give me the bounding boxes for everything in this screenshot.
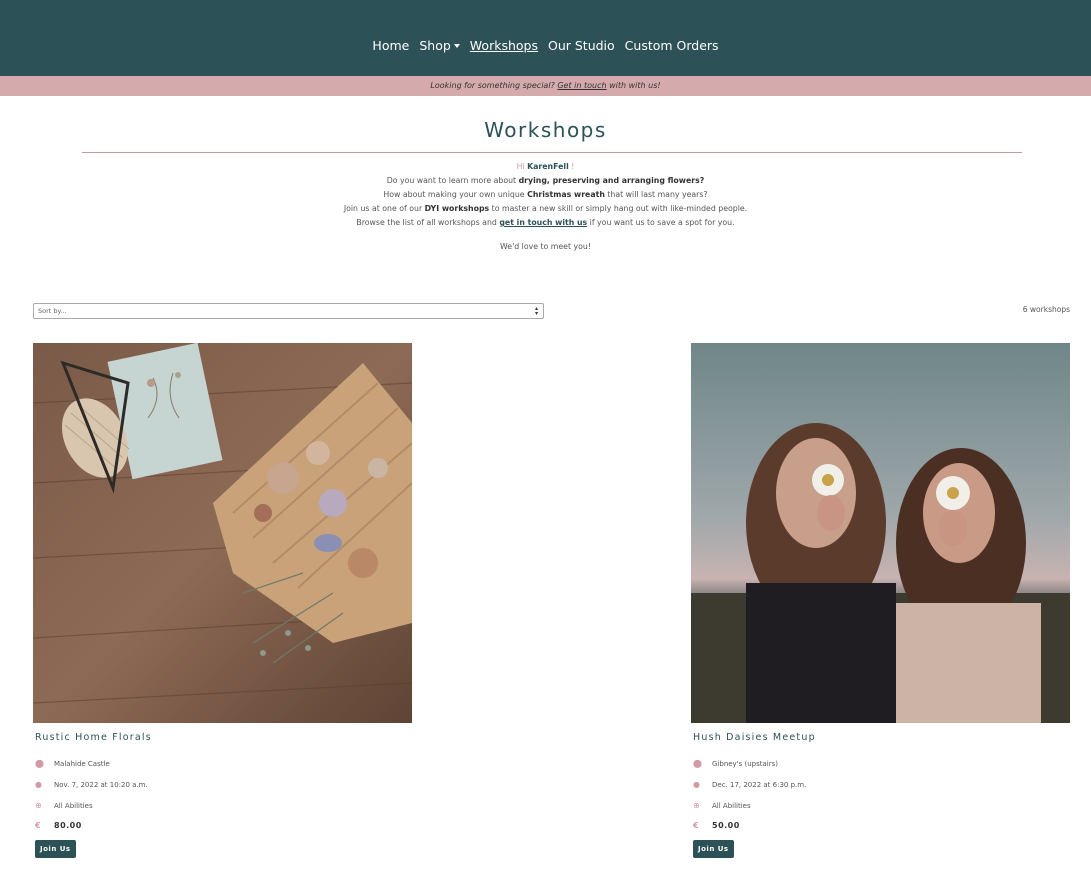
nav-workshops[interactable]: Workshops: [470, 38, 538, 53]
sort-select[interactable]: Sort by... ▴ ▾: [33, 303, 544, 319]
level-text: All Abilities: [54, 801, 93, 810]
euro-icon: €: [35, 821, 42, 830]
workshop-price: €50.00: [693, 821, 740, 830]
intro-closing: We'd love to meet you!: [500, 242, 591, 251]
greeting-hi: Hi: [516, 162, 525, 171]
workshop-title[interactable]: Rustic Home Florals: [35, 732, 152, 743]
intro-line-4: Join us at one of our DYI workshops to m…: [0, 202, 1091, 216]
intro-bold-segment: DYI workshops: [424, 204, 490, 213]
banner-text: Looking for something special?: [430, 81, 555, 90]
intro-bold-segment: drying, preserving and arranging flowers…: [518, 176, 705, 185]
greeting-line: Hi KarenFell !: [0, 160, 1091, 174]
greeting-username: KarenFell: [527, 162, 569, 171]
intro-text-segment: that will last many years?: [607, 190, 708, 199]
daisies-photo: [691, 343, 1070, 723]
workshop-count: 6 workshops: [1022, 305, 1070, 314]
join-us-button[interactable]: Join Us: [693, 840, 734, 858]
workshop-datetime: ● Nov. 7, 2022 at 10:20 a.m.: [35, 780, 148, 789]
intro-text: Hi KarenFell ! Do you want to learn more…: [0, 160, 1091, 254]
nav-our-studio[interactable]: Our Studio: [548, 38, 615, 53]
dried-flowers-photo: [33, 343, 412, 723]
intro-line-3: How about making your own unique Christm…: [0, 188, 1091, 202]
intro-line-2: Do you want to learn more about drying, …: [0, 174, 1091, 188]
workshop-level: ⊕ All Abilities: [693, 801, 751, 810]
join-us-button[interactable]: Join Us: [35, 840, 76, 858]
workshop-image[interactable]: [33, 343, 412, 723]
map-pin-icon: ⬤: [693, 759, 702, 768]
price-text: 50.00: [712, 821, 740, 830]
intro-text-segment: to master a new skill or simply hang out…: [491, 204, 748, 213]
workshop-location: ⬤ Malahide Castle: [35, 759, 110, 768]
level-text: All Abilities: [712, 801, 751, 810]
sort-select-value: Sort by...: [38, 307, 67, 315]
select-arrows-icon: ▴ ▾: [534, 305, 538, 317]
banner-text-end: with with us!: [609, 81, 661, 90]
intro-text-segment: Join us at one of our: [343, 204, 423, 213]
nav-home[interactable]: Home: [372, 38, 409, 53]
workshop-title[interactable]: Hush Daisies Meetup: [693, 732, 816, 743]
clock-icon: ●: [693, 780, 700, 789]
price-text: 80.00: [54, 821, 82, 830]
banner-contact-link[interactable]: Get in touch: [557, 81, 606, 90]
globe-icon: ⊕: [693, 801, 700, 810]
euro-icon: €: [693, 821, 700, 830]
map-pin-icon: ⬤: [35, 759, 44, 768]
top-navbar: Home Shop Workshops Our Studio Custom Or…: [0, 0, 1091, 76]
workshop-price: €80.00: [35, 821, 82, 830]
intro-contact-link[interactable]: get in touch with us: [499, 218, 587, 227]
greeting-exclaim: !: [571, 162, 575, 171]
nav-shop-label: Shop: [419, 38, 451, 53]
workshop-level: ⊕ All Abilities: [35, 801, 93, 810]
clock-icon: ●: [35, 780, 42, 789]
promo-banner: Looking for something special? Get in to…: [0, 76, 1091, 96]
intro-text-segment: Browse the list of all workshops and: [356, 218, 497, 227]
location-text: Malahide Castle: [54, 759, 110, 768]
intro-text-segment: Do you want to learn more about: [386, 176, 517, 185]
intro-text-segment: How about making your own unique: [383, 190, 525, 199]
globe-icon: ⊕: [35, 801, 42, 810]
nav-custom-orders[interactable]: Custom Orders: [625, 38, 719, 53]
datetime-text: Dec. 17, 2022 at 6:30 p.m.: [712, 780, 807, 789]
intro-bold-segment: Christmas wreath: [527, 190, 605, 199]
workshop-location: ⬤ Gibney's (upstairs): [693, 759, 778, 768]
page-title: Workshops: [484, 118, 607, 142]
workshop-image[interactable]: [691, 343, 1070, 723]
chevron-down-icon: [453, 44, 460, 48]
location-text: Gibney's (upstairs): [712, 759, 778, 768]
intro-text-segment: if you want us to save a spot for you.: [589, 218, 735, 227]
datetime-text: Nov. 7, 2022 at 10:20 a.m.: [54, 780, 148, 789]
intro-line-5: Browse the list of all workshops and get…: [0, 216, 1091, 230]
nav-shop[interactable]: Shop: [419, 38, 460, 53]
title-divider: [82, 152, 1022, 153]
main-nav: Home Shop Workshops Our Studio Custom Or…: [0, 38, 1091, 53]
workshop-datetime: ● Dec. 17, 2022 at 6:30 p.m.: [693, 780, 806, 789]
